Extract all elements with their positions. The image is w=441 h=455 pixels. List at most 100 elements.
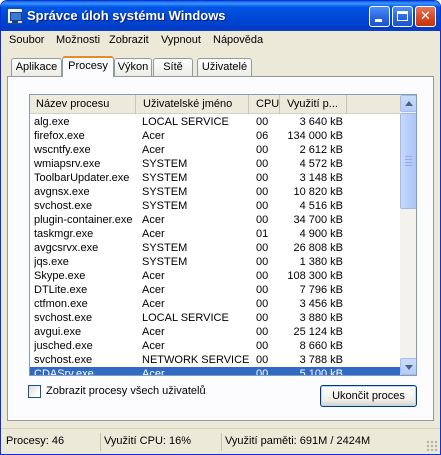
maximize-button[interactable] xyxy=(392,6,413,27)
table-row[interactable]: jusched.exe Acer 00 8 660 kB xyxy=(30,339,400,353)
tab-site[interactable]: Sítě xyxy=(153,58,193,76)
scroll-up-button[interactable] xyxy=(400,95,416,112)
cpu-cell: 00 xyxy=(256,270,269,282)
cpu-cell: 06 xyxy=(256,130,269,142)
cpu-cell: 00 xyxy=(256,144,269,156)
memory-cell: 34 700 kB xyxy=(293,214,343,226)
table-row[interactable]: firefox.exe Acer 06 134 000 kB xyxy=(30,129,400,143)
scroll-thumb[interactable] xyxy=(400,113,416,209)
cpu-cell: 00 xyxy=(256,368,269,376)
cpu-cell: 00 xyxy=(256,312,269,324)
memory-cell: 3 880 kB xyxy=(299,312,343,324)
memory-cell: 2 612 kB xyxy=(299,144,343,156)
grip-line xyxy=(405,156,412,157)
task-manager-window: Správce úloh systému Windows ✕ Soubor Mo… xyxy=(0,0,441,455)
resize-grip[interactable] xyxy=(426,440,438,452)
memory-cell: 3 456 kB xyxy=(299,298,343,310)
table-row[interactable]: taskmgr.exe Acer 01 4 900 kB xyxy=(30,227,400,241)
table-row[interactable]: alg.exe LOCAL SERVICE 00 3 640 kB xyxy=(30,115,400,129)
menu-napoveda[interactable]: Nápověda xyxy=(213,34,263,46)
chevron-up-icon xyxy=(405,101,413,106)
cpu-cell: 00 xyxy=(256,158,269,170)
process-name-cell: svchost.exe xyxy=(34,200,93,212)
user-name-cell: Acer xyxy=(142,144,165,156)
memory-cell: 8 660 kB xyxy=(299,340,343,352)
user-name-cell: Acer xyxy=(142,228,165,240)
column-memory[interactable]: Využití p... xyxy=(281,95,347,114)
process-name-cell: avgnsx.exe xyxy=(34,186,90,198)
tab-aplikace[interactable]: Aplikace xyxy=(11,58,62,76)
process-name-cell: jqs.exe xyxy=(34,256,69,268)
user-name-cell: SYSTEM xyxy=(142,158,188,170)
status-cpu: Využití CPU: 16% xyxy=(100,433,220,451)
cpu-cell: 00 xyxy=(256,200,269,212)
table-row[interactable]: Skype.exe Acer 00 108 300 kB xyxy=(30,269,400,283)
process-name-cell: CDASrv.exe xyxy=(34,368,94,376)
minimize-icon xyxy=(375,19,382,22)
memory-cell: 26 808 kB xyxy=(293,242,343,254)
cpu-cell: 00 xyxy=(256,284,269,296)
cpu-cell: 00 xyxy=(256,256,269,268)
table-row[interactable]: DTLite.exe Acer 00 7 796 kB xyxy=(30,283,400,297)
user-name-cell: SYSTEM xyxy=(142,256,188,268)
tab-vykon[interactable]: Výkon xyxy=(114,58,152,76)
process-name-cell: avgui.exe xyxy=(34,326,82,338)
table-row[interactable]: svchost.exe SYSTEM 00 4 516 kB xyxy=(30,199,400,213)
cpu-cell: 00 xyxy=(256,172,269,184)
status-memory: Využití paměti: 691M / 2424M xyxy=(221,433,431,451)
user-name-cell: LOCAL SERVICE xyxy=(142,312,229,324)
menu-zobrazit[interactable]: Zobrazit xyxy=(109,34,149,46)
memory-cell: 4 516 kB xyxy=(299,200,343,212)
table-row[interactable]: avgcsrvx.exe SYSTEM 00 26 808 kB xyxy=(30,241,400,255)
tab-procesy[interactable]: Procesy xyxy=(62,56,114,77)
table-row[interactable]: plugin-container.exe Acer 00 34 700 kB xyxy=(30,213,400,227)
status-bar: Procesy: 46 Využití CPU: 16% Využití pam… xyxy=(1,428,440,454)
column-process-name[interactable]: Název procesu xyxy=(30,95,136,114)
show-all-users-checkbox[interactable] xyxy=(28,385,41,398)
column-cpu[interactable]: CPU xyxy=(250,95,280,114)
column-user-name[interactable]: Uživatelské jméno xyxy=(137,95,249,114)
task-manager-icon xyxy=(7,8,23,24)
table-row[interactable]: svchost.exe NETWORK SERVICE 00 3 788 kB xyxy=(30,353,400,367)
status-processes: Procesy: 46 xyxy=(6,435,65,447)
user-name-cell: Acer xyxy=(142,340,165,352)
list-header: Název procesu Uživatelské jméno CPU Využ… xyxy=(30,95,400,114)
user-name-cell: Acer xyxy=(142,130,165,142)
memory-cell: 5 100 kB xyxy=(299,368,343,376)
table-row[interactable]: avgui.exe Acer 00 25 124 kB xyxy=(30,325,400,339)
memory-cell: 4 900 kB xyxy=(299,228,343,240)
table-row[interactable]: svchost.exe LOCAL SERVICE 00 3 880 kB xyxy=(30,311,400,325)
process-name-cell: ToolbarUpdater.exe xyxy=(34,172,130,184)
scroll-down-button[interactable] xyxy=(400,358,416,375)
menu-soubor[interactable]: Soubor xyxy=(9,34,44,46)
grip-line xyxy=(405,165,412,166)
cpu-cell: 00 xyxy=(256,340,269,352)
process-name-cell: plugin-container.exe xyxy=(34,214,133,226)
table-row[interactable]: ToolbarUpdater.exe SYSTEM 00 3 148 kB xyxy=(30,171,400,185)
menu-vypnout[interactable]: Vypnout xyxy=(161,34,201,46)
tab-uzivatele[interactable]: Uživatelé xyxy=(197,58,252,76)
user-name-cell: Acer xyxy=(142,298,165,310)
show-all-users-label[interactable]: Zobrazit procesy všech uživatelů xyxy=(46,385,206,397)
table-row[interactable]: ctfmon.exe Acer 00 3 456 kB xyxy=(30,297,400,311)
process-name-cell: wmiapsrv.exe xyxy=(34,158,101,170)
close-button[interactable]: ✕ xyxy=(415,6,436,27)
table-row[interactable]: wscntfy.exe Acer 00 2 612 kB xyxy=(30,143,400,157)
table-row[interactable]: CDASrv.exe Acer 00 5 100 kB xyxy=(30,367,400,376)
process-list[interactable]: Název procesu Uživatelské jméno CPU Využ… xyxy=(29,94,417,376)
table-row[interactable]: wmiapsrv.exe SYSTEM 00 4 572 kB xyxy=(30,157,400,171)
menu-moznosti[interactable]: Možnosti xyxy=(56,34,100,46)
user-name-cell: Acer xyxy=(142,270,165,282)
vertical-scrollbar[interactable] xyxy=(400,95,416,375)
memory-cell: 1 380 kB xyxy=(299,256,343,268)
table-row[interactable]: jqs.exe SYSTEM 00 1 380 kB xyxy=(30,255,400,269)
memory-cell: 3 788 kB xyxy=(299,354,343,366)
table-row[interactable]: avgnsx.exe SYSTEM 00 10 820 kB xyxy=(30,185,400,199)
memory-cell: 3 640 kB xyxy=(299,116,343,128)
end-process-button[interactable]: Ukončit proces xyxy=(320,385,417,407)
title-bar[interactable]: Správce úloh systému Windows ✕ xyxy=(1,1,440,31)
close-icon: ✕ xyxy=(420,8,431,23)
minimize-button[interactable] xyxy=(369,6,390,27)
memory-cell: 108 300 kB xyxy=(287,270,343,282)
chevron-down-icon xyxy=(405,365,413,370)
